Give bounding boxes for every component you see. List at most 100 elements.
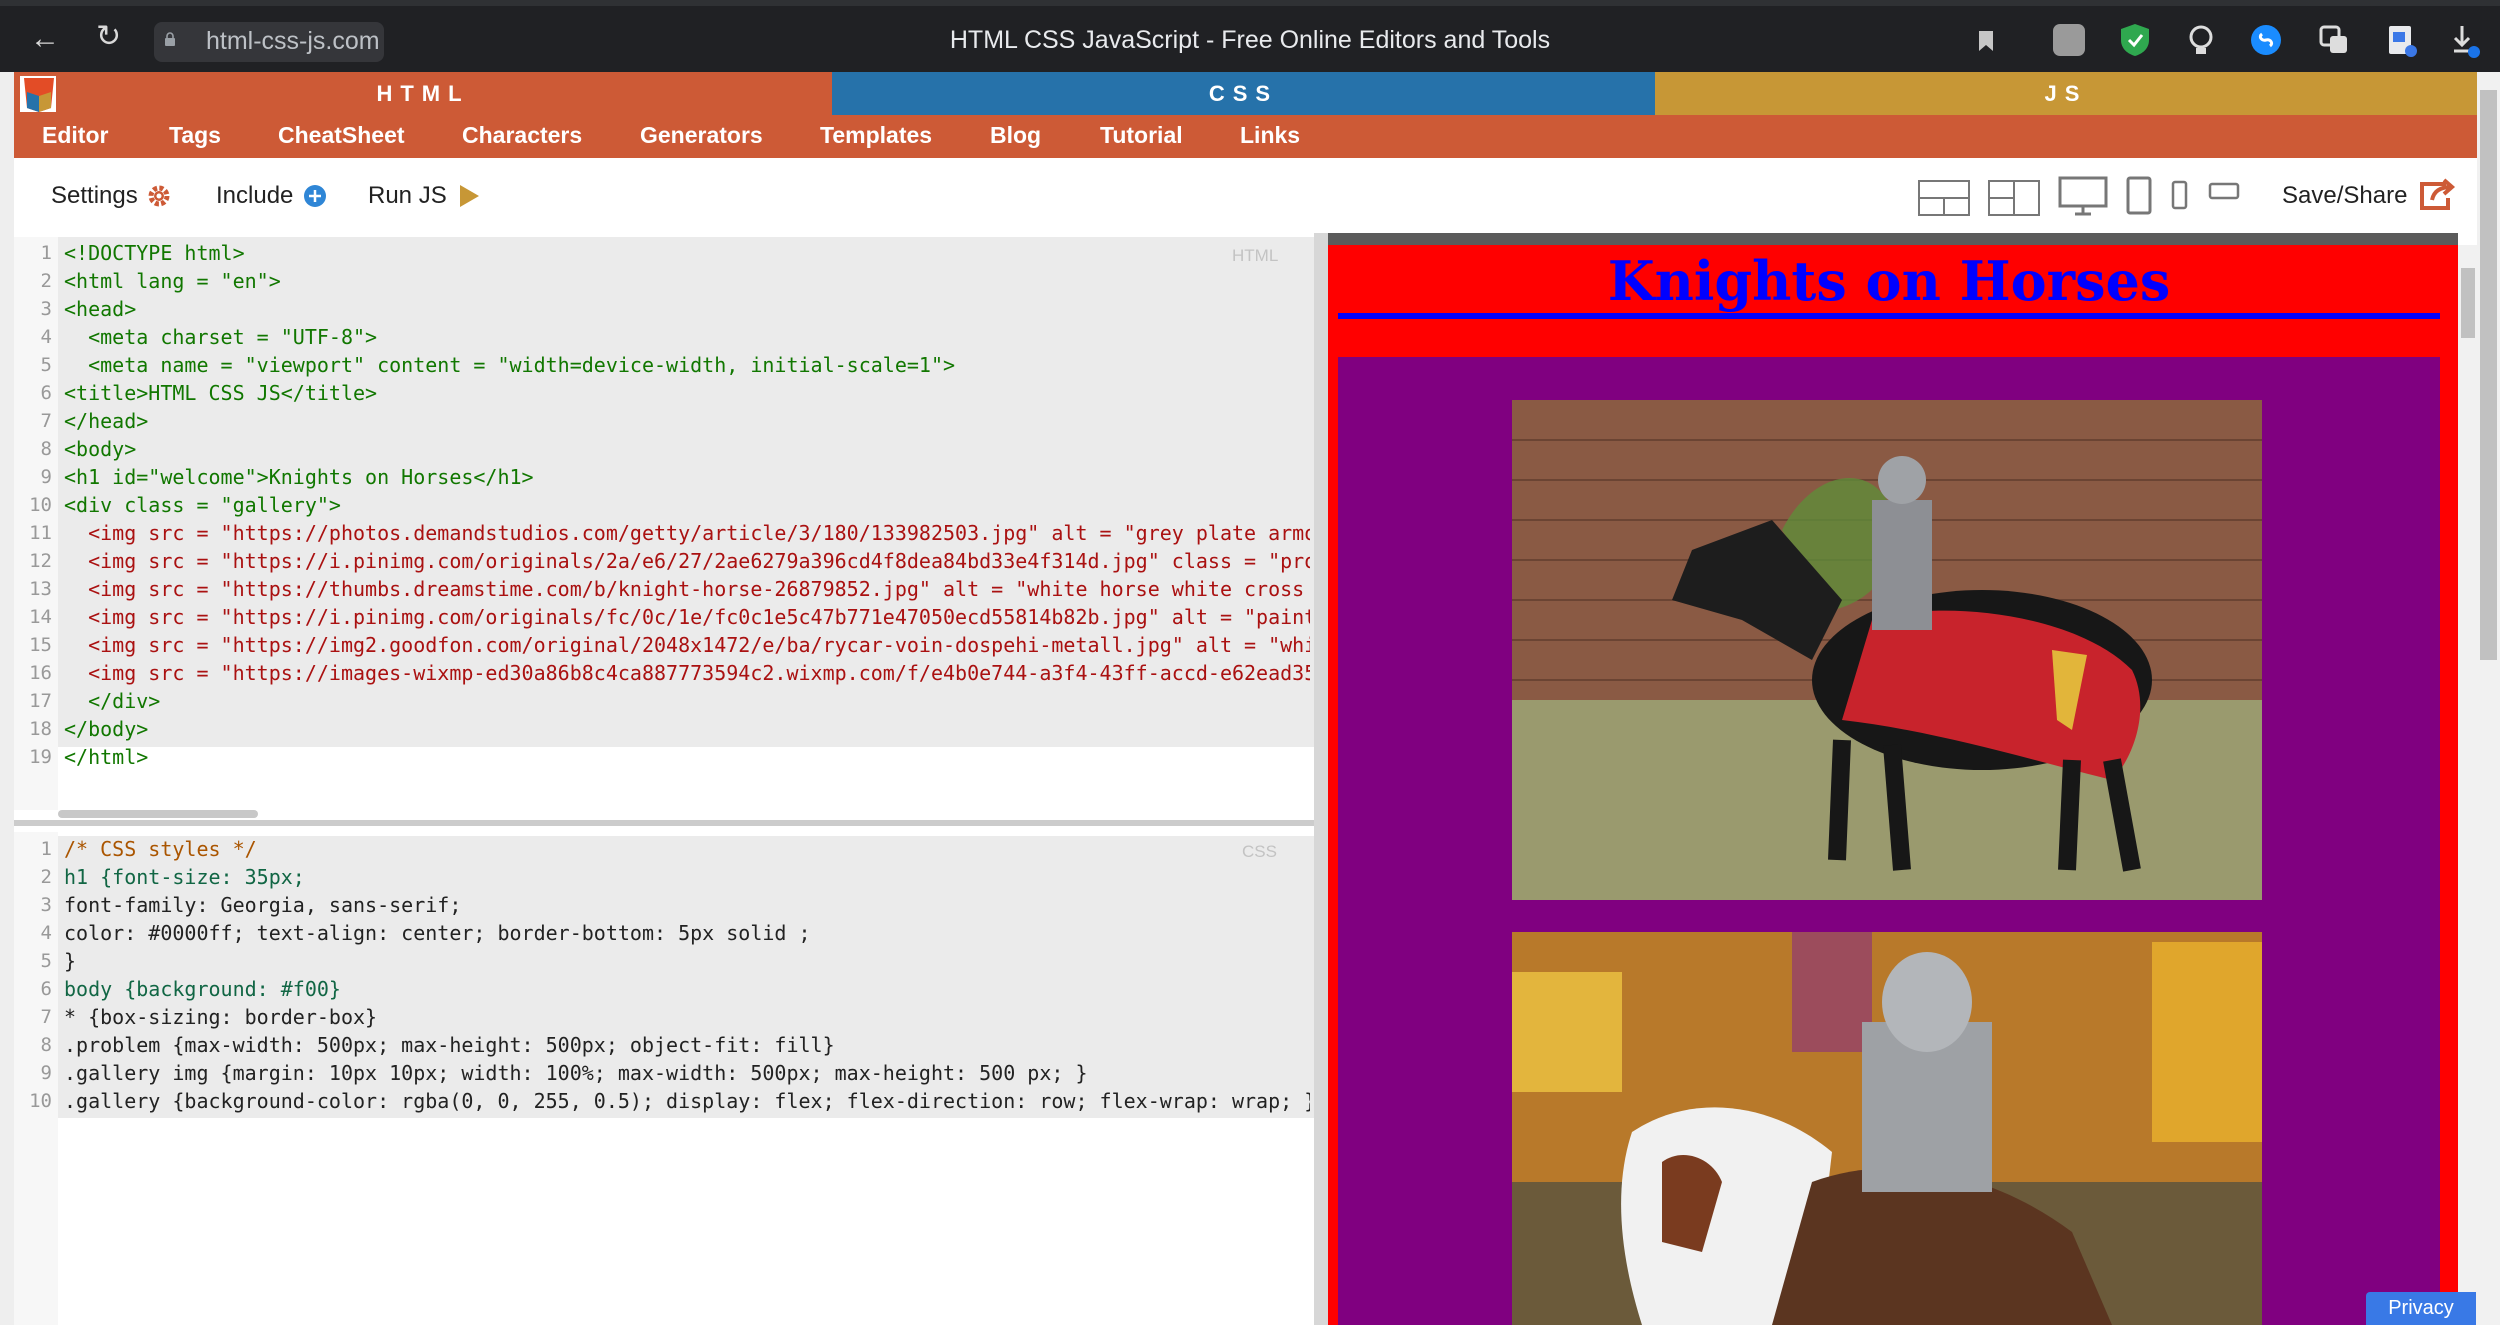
html-code-line[interactable]: <img src = "https://img2.goodfon.com/ori… (64, 631, 1310, 659)
tab-strip-edge (0, 0, 2500, 6)
html-code-line[interactable]: <div class = "gallery"> (64, 491, 1310, 519)
css-code-line[interactable]: font-family: Georgia, sans-serif; (64, 891, 1310, 919)
logo-icon (20, 76, 56, 112)
nav-editor[interactable]: Editor (42, 122, 108, 149)
nav-links[interactable]: Links (1240, 122, 1300, 149)
html-code-line[interactable]: <img src = "https://photos.demandstudios… (64, 519, 1310, 547)
css-code-line[interactable]: .problem {max-width: 500px; max-height: … (64, 1031, 1310, 1059)
html-code-line[interactable]: </html> (64, 743, 1310, 771)
back-arrow-icon[interactable]: ← (30, 24, 60, 54)
css-code-line[interactable]: body {background: #f00} (64, 975, 1310, 1003)
line-number: 13 (29, 578, 52, 600)
reload-icon[interactable]: ↻ (96, 22, 121, 52)
html-code-line[interactable]: <html lang = "en"> (64, 267, 1310, 295)
html-code-line[interactable]: <img src = "https://thumbs.dreamstime.co… (64, 575, 1310, 603)
bookmark-icon[interactable] (1978, 30, 1994, 52)
phone-preview-icon[interactable] (2171, 180, 2189, 212)
include-button[interactable]: Include (216, 182, 293, 210)
settings-button[interactable]: Settings (51, 182, 138, 210)
nav-cheatsheet[interactable]: CheatSheet (278, 122, 405, 149)
knight-photo-2 (1512, 932, 2262, 1325)
nav-tags[interactable]: Tags (169, 122, 221, 149)
lightbulb-extension-icon[interactable] (2186, 24, 2216, 56)
privacy-badge[interactable]: Privacy (2366, 1292, 2476, 1325)
heading-border (1338, 313, 2440, 319)
html-code-line[interactable]: <img src = "https://i.pinimg.com/origina… (64, 603, 1310, 631)
html-code-line[interactable]: </div> (64, 687, 1310, 715)
html-code-line[interactable]: <!DOCTYPE html> (64, 239, 1310, 267)
html-code-line[interactable]: <head> (64, 295, 1310, 323)
address-text: html-css-js.com (206, 27, 380, 55)
line-number: 5 (40, 354, 52, 376)
html-horizontal-scrollbar[interactable] (58, 810, 258, 818)
tab-js[interactable]: JS (1655, 72, 2477, 115)
layout-grid-icon[interactable] (1918, 180, 1970, 216)
css-code-line[interactable]: color: #0000ff; text-align: center; bord… (64, 919, 1310, 947)
html-code-line[interactable]: <h1 id="welcome">Knights on Horses</h1> (64, 463, 1310, 491)
html-code-line[interactable]: </body> (64, 715, 1310, 743)
css-code-line[interactable]: * {box-sizing: border-box} (64, 1003, 1310, 1031)
line-number: 4 (40, 326, 52, 348)
html-code-line[interactable]: <img src = "https://i.pinimg.com/origina… (64, 547, 1310, 575)
play-icon[interactable] (458, 184, 480, 208)
translate-extension-icon[interactable] (2318, 24, 2350, 56)
nav-tutorial[interactable]: Tutorial (1100, 122, 1183, 149)
line-number: 9 (40, 466, 52, 488)
layout-split-icon[interactable] (1988, 180, 2040, 216)
line-number: 2 (40, 270, 52, 292)
site-logo[interactable] (14, 72, 64, 115)
run-js-button[interactable]: Run JS (368, 182, 447, 210)
nav-templates[interactable]: Templates (820, 122, 932, 149)
document-extension-icon[interactable] (2386, 24, 2418, 58)
css-code-line[interactable]: .gallery {background-color: rgba(0, 0, 2… (64, 1087, 1310, 1115)
share-icon[interactable] (2418, 178, 2458, 212)
line-number: 7 (40, 1006, 52, 1028)
nav-blog[interactable]: Blog (990, 122, 1041, 149)
download-icon[interactable] (2452, 24, 2482, 58)
plus-circle-icon[interactable] (304, 185, 326, 207)
line-number: 10 (29, 1090, 52, 1112)
line-number: 18 (29, 718, 52, 740)
page-scrollbar-thumb[interactable] (2480, 90, 2497, 660)
css-code-line[interactable]: h1 {font-size: 35px; (64, 863, 1310, 891)
extension-icon-1[interactable] (2053, 24, 2085, 56)
nav-generators[interactable]: Generators (640, 122, 763, 149)
tab-html[interactable]: HTML (14, 72, 832, 115)
preview-top-bar (1328, 233, 2458, 245)
line-number: 19 (29, 746, 52, 768)
html-code-line[interactable]: <meta charset = "UTF-8"> (64, 323, 1310, 351)
line-number: 3 (40, 298, 52, 320)
tab-css[interactable]: CSS (832, 72, 1655, 115)
preview-scrollbar[interactable] (2458, 245, 2478, 1325)
vertical-splitter[interactable] (1314, 233, 1328, 1325)
shazam-extension-icon[interactable] (2250, 24, 2282, 56)
css-code-line[interactable]: .gallery img {margin: 10px 10px; width: … (64, 1059, 1310, 1087)
save-share-button[interactable]: Save/Share (2282, 182, 2407, 210)
line-number: 1 (40, 242, 52, 264)
line-number: 6 (40, 382, 52, 404)
css-code-line[interactable]: } (64, 947, 1310, 975)
line-number: 5 (40, 950, 52, 972)
window-edge (0, 72, 14, 1325)
html-code-line[interactable]: <img src = "https://images-wixmp-ed30a86… (64, 659, 1310, 687)
splitter-line[interactable] (14, 820, 1316, 826)
html-code-line[interactable]: <body> (64, 435, 1310, 463)
html-code-line[interactable]: </head> (64, 407, 1310, 435)
line-number: 9 (40, 1062, 52, 1084)
tablet-preview-icon[interactable] (2126, 176, 2152, 216)
gear-icon[interactable] (147, 184, 171, 208)
preview-scrollbar-thumb[interactable] (2461, 268, 2475, 338)
html-code-line[interactable]: <meta name = "viewport" content = "width… (64, 351, 1310, 379)
html-code-line[interactable]: <title>HTML CSS JS</title> (64, 379, 1310, 407)
nav-characters[interactable]: Characters (462, 122, 582, 149)
line-number: 6 (40, 978, 52, 1000)
preview-heading: Knights on Horses (1607, 249, 2171, 313)
phone-landscape-icon[interactable] (2208, 182, 2240, 202)
css-code-line[interactable]: /* CSS styles */ (64, 835, 1310, 863)
line-number: 16 (29, 662, 52, 684)
shield-extension-icon[interactable] (2118, 22, 2152, 58)
lock-icon (165, 32, 175, 46)
desktop-preview-icon[interactable] (2058, 176, 2108, 216)
line-number: 7 (40, 410, 52, 432)
line-number: 17 (29, 690, 52, 712)
